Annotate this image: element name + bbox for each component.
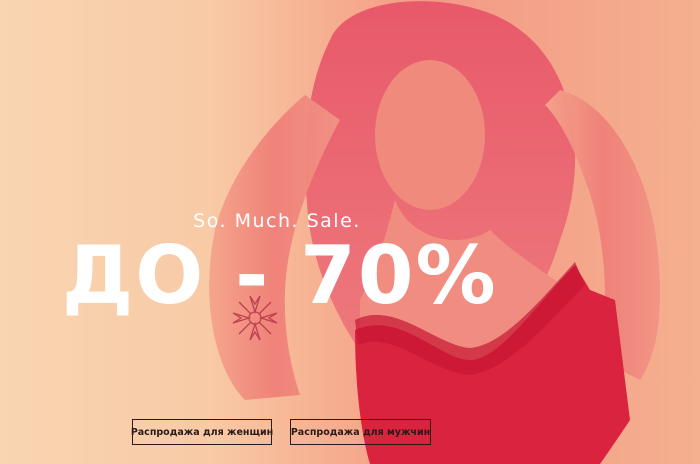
face-shape [375, 60, 485, 210]
men-sale-button[interactable]: Распродажа для мужчин [290, 419, 431, 445]
women-sale-button[interactable]: Распродажа для женщин [131, 419, 273, 445]
sale-headline: ДО - 70% [62, 229, 498, 322]
sale-banner[interactable]: So. Much. Sale. ДО - 70% Распродажа для … [0, 0, 700, 464]
